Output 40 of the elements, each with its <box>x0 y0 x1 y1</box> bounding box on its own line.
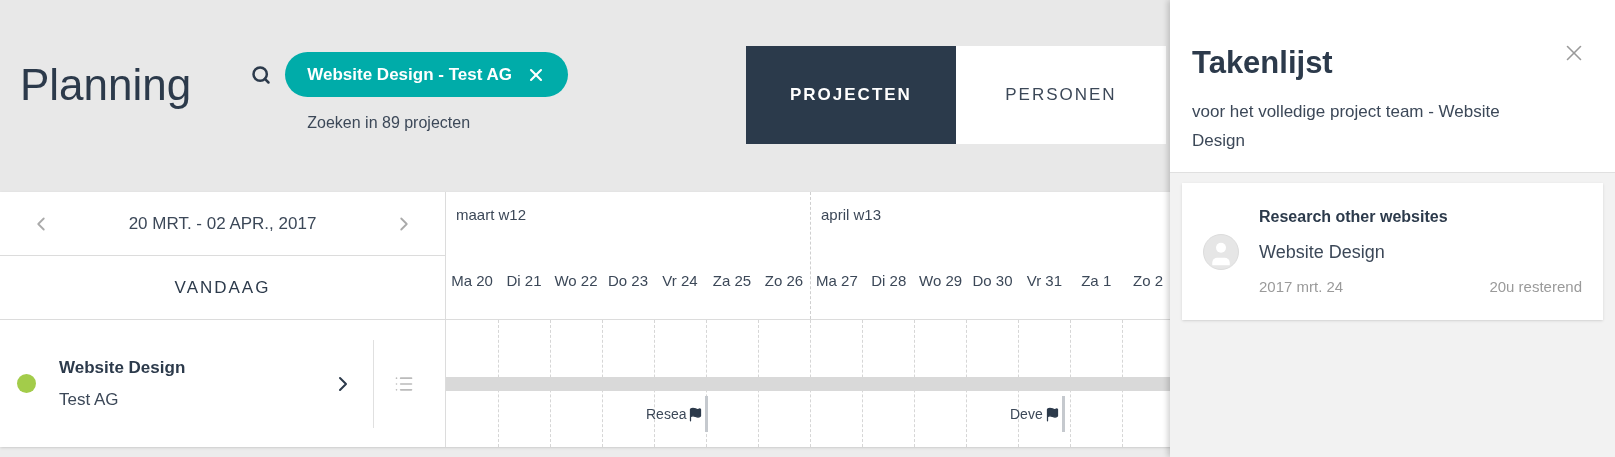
panel-title: Takenlijst <box>1192 44 1333 82</box>
search-hint: Zoeken in 89 projecten <box>307 113 471 133</box>
milestone-label: Deve <box>1010 404 1043 424</box>
day-label: Ma 20 <box>450 271 494 291</box>
day-label: Di 28 <box>870 271 908 291</box>
week-label: april w13 <box>821 205 882 225</box>
view-tab[interactable]: PERSONEN <box>955 46 1166 144</box>
flag-icon[interactable] <box>1044 406 1060 422</box>
date-range: 20 MRT. - 02 APR., 2017 <box>128 212 317 235</box>
milestone-marker <box>1061 396 1065 432</box>
day-label: Vr 31 <box>1025 271 1063 291</box>
flag-icon[interactable] <box>688 406 704 422</box>
day-label: Zo 2 <box>1132 271 1165 291</box>
day-label: Vr 24 <box>661 271 699 291</box>
task-title: Research other websites <box>1259 206 1449 227</box>
panel-subtitle: voor het volledige project team - Website Design <box>1192 100 1501 152</box>
avatar-icon <box>1203 233 1239 270</box>
milestone-label: Resea <box>646 404 687 424</box>
day-label: Do 30 <box>971 271 1014 291</box>
milestone-marker <box>705 396 709 432</box>
task-date: 2017 mrt. 24 <box>1259 276 1344 297</box>
day-label: Di 21 <box>505 271 543 291</box>
project-name: Website Design <box>59 357 187 379</box>
day-label: Wo 29 <box>918 271 964 291</box>
today-button[interactable]: VANDAAG <box>0 256 445 320</box>
chip-label: Website Design - Test AG <box>307 63 512 86</box>
day-label: Zo 26 <box>763 271 805 291</box>
day-label: Ma 27 <box>815 271 859 291</box>
search-icon[interactable] <box>251 64 272 85</box>
task-project: Website Design <box>1259 240 1386 264</box>
day-label: Wo 22 <box>553 271 599 291</box>
task-remaining: 20u resterend <box>1489 276 1582 297</box>
week-label: maart w12 <box>456 205 527 225</box>
client-name: Test AG <box>59 388 120 411</box>
page-title: Planning <box>20 59 192 111</box>
day-label: Za 1 <box>1080 271 1113 291</box>
task-card[interactable]: Research other websites Website Design 2017 mrt. 24 20u resterend <box>1182 183 1603 320</box>
view-tab[interactable]: PROJECTEN <box>745 46 956 144</box>
day-label: Za 25 <box>711 271 753 291</box>
day-label: Do 23 <box>607 271 649 291</box>
